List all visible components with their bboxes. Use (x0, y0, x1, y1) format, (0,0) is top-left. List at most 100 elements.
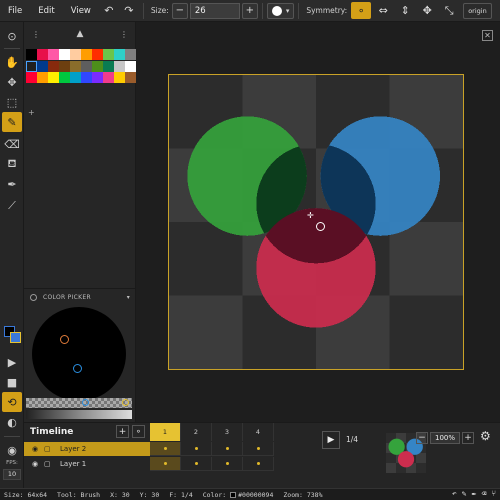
color-mode-icon[interactable] (30, 293, 37, 301)
symmetry-none-button[interactable]: ∘ (351, 2, 372, 19)
menu-view[interactable]: View (63, 0, 99, 22)
palette-swatch[interactable] (125, 60, 136, 72)
size-increase-button[interactable]: + (241, 2, 258, 19)
eyedropper-icon[interactable]: ✒ (2, 174, 22, 194)
palette-swatch[interactable] (37, 72, 48, 83)
color-wheel[interactable] (32, 307, 126, 401)
move-icon[interactable]: ✥ (2, 72, 22, 92)
add-layer-button[interactable]: + (116, 425, 129, 438)
symmetry-diagonal-icon[interactable]: ⤡ (439, 2, 459, 19)
palette-swatch[interactable] (103, 49, 114, 60)
cel[interactable] (212, 457, 243, 471)
cel[interactable] (243, 442, 274, 456)
secondary-color-marker[interactable] (60, 335, 69, 344)
zoom-value[interactable]: 100% (430, 432, 460, 444)
palette-swatch[interactable] (37, 49, 48, 60)
palette-swatch[interactable] (92, 49, 103, 60)
palette-swatch[interactable] (114, 60, 125, 72)
palette-swatch[interactable] (59, 49, 70, 60)
palette-swatch[interactable] (70, 60, 81, 72)
line-icon[interactable]: ⟋ (2, 196, 22, 216)
close-icon[interactable]: ✕ (482, 30, 493, 41)
menu-file[interactable]: File (0, 0, 30, 22)
size-input[interactable]: 26 (189, 2, 240, 19)
cel[interactable] (150, 442, 181, 456)
symmetry-horizontal-icon[interactable]: ⇔ (373, 2, 393, 19)
alpha-handle-end[interactable] (122, 399, 129, 406)
redo-icon[interactable]: ↷ (119, 1, 139, 21)
palette-swatch[interactable] (81, 60, 92, 72)
palette-swatch[interactable] (48, 60, 59, 72)
alpha-slider[interactable] (26, 398, 132, 408)
lock-icon[interactable]: ▢ (44, 460, 54, 468)
secondary-color-swatch[interactable] (10, 332, 21, 343)
size-decrease-button[interactable]: − (171, 2, 188, 19)
pen-icon[interactable]: ✒ (472, 489, 477, 498)
palette-triangle-icon[interactable]: ▲ (77, 29, 84, 39)
value-slider[interactable] (26, 410, 132, 419)
target-icon[interactable]: ⊙ (2, 26, 22, 46)
stop-icon[interactable]: ■ (2, 372, 22, 392)
undo-icon[interactable]: ↶ (99, 1, 119, 21)
layer-options-icon[interactable]: ∘ (132, 425, 145, 438)
zoom-in-button[interactable]: + (462, 432, 474, 444)
brush-icon[interactable]: ✎ (462, 489, 467, 498)
cel[interactable] (181, 457, 212, 471)
palette-swatch[interactable] (37, 60, 48, 72)
symmetry-both-icon[interactable]: ✥ (417, 2, 437, 19)
fps-input[interactable]: 10 (3, 469, 21, 480)
play-icon[interactable]: ▶ (2, 352, 22, 372)
cel[interactable] (243, 457, 274, 471)
alpha-handle[interactable] (82, 399, 89, 406)
eraser-icon[interactable]: ⌫ (481, 489, 486, 498)
lock-icon[interactable]: ▢ (44, 445, 54, 453)
frame-header-4[interactable]: 4 (243, 423, 274, 441)
eye-icon[interactable]: ◉ (32, 445, 42, 453)
palette-options-icon[interactable]: ⋮ (120, 30, 128, 39)
palette-swatch[interactable] (59, 72, 70, 83)
brush-color-dropdown[interactable]: ▾ (266, 2, 295, 19)
eye-icon[interactable]: ◉ (2, 440, 22, 460)
menu-edit[interactable]: Edit (30, 0, 62, 22)
fill-bucket-icon[interactable]: ⛾ (2, 154, 22, 174)
palette-swatch[interactable] (26, 49, 37, 60)
git-branch-icon[interactable]: ⑂ (491, 489, 496, 498)
origin-button[interactable]: origin (463, 2, 492, 19)
layer-row-2[interactable]: ◉ ▢ Layer 2 (24, 442, 150, 456)
palette-swatch[interactable] (81, 72, 92, 83)
palette-swatch[interactable] (114, 49, 125, 60)
symmetry-vertical-icon[interactable]: ⇕ (395, 2, 415, 19)
palette-swatch[interactable] (59, 60, 70, 72)
eye-icon[interactable]: ◉ (32, 460, 42, 468)
onion-skin-icon[interactable]: ◐ (2, 412, 22, 432)
layer-row-1[interactable]: ◉ ▢ Layer 1 (24, 457, 150, 471)
loop-icon[interactable]: ⟲ (2, 392, 22, 412)
brush-icon[interactable]: ✎ (2, 112, 22, 132)
frame-header-3[interactable]: 3 (212, 423, 243, 441)
palette-swatch[interactable] (103, 60, 114, 72)
palette-swatch[interactable] (92, 60, 103, 72)
palette-swatch[interactable] (48, 72, 59, 83)
palette-swatch[interactable] (125, 49, 136, 60)
cel[interactable] (212, 442, 243, 456)
palette-swatch[interactable] (26, 60, 37, 72)
chevron-down-icon[interactable]: ▾ (127, 294, 130, 301)
frame-header-1[interactable]: 1 (150, 423, 181, 441)
primary-color-marker[interactable] (73, 364, 82, 373)
undo-icon[interactable]: ↶ (452, 489, 457, 498)
palette-swatch[interactable] (114, 72, 125, 83)
palette-swatch[interactable] (26, 72, 37, 83)
palette-menu-icon[interactable]: ⋮ (32, 30, 40, 39)
palette-swatch[interactable] (70, 49, 81, 60)
select-rect-icon[interactable]: ⬚ (2, 92, 22, 112)
palette-swatch[interactable] (125, 72, 136, 83)
add-color-button[interactable]: + (28, 108, 35, 117)
cel[interactable] (181, 442, 212, 456)
play-button[interactable]: ▶ (322, 431, 340, 449)
cel[interactable] (150, 457, 181, 471)
hand-icon[interactable]: ✋ (2, 52, 22, 72)
palette-swatch[interactable] (103, 72, 114, 83)
gear-icon[interactable]: ⚙ (480, 429, 491, 443)
palette-swatch[interactable] (48, 49, 59, 60)
palette-swatch[interactable] (70, 72, 81, 83)
